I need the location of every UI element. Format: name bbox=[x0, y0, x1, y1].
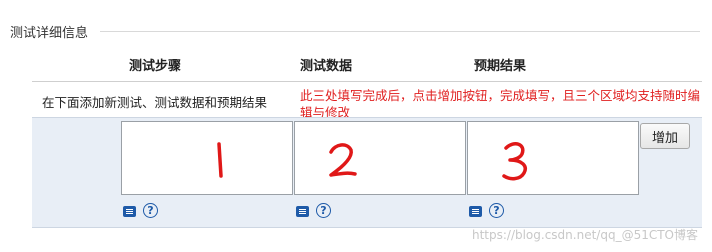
help-icon[interactable]: ? bbox=[143, 203, 158, 218]
expected-textarea[interactable] bbox=[467, 121, 639, 195]
handwritten-one bbox=[217, 142, 223, 178]
document-icon[interactable] bbox=[469, 206, 482, 217]
add-test-hint: 在下面添加新测试、测试数据和预期结果 bbox=[42, 95, 268, 110]
handwritten-two bbox=[329, 143, 357, 177]
data-textarea[interactable] bbox=[294, 121, 466, 195]
add-button[interactable]: 增加 bbox=[640, 123, 690, 149]
document-icon[interactable] bbox=[123, 206, 136, 217]
steps-textarea[interactable] bbox=[121, 121, 293, 195]
section-divider bbox=[100, 31, 700, 32]
handwritten-three bbox=[502, 142, 527, 181]
help-icon[interactable]: ? bbox=[316, 203, 331, 218]
column-header-steps: 测试步骤 bbox=[129, 59, 182, 74]
help-icon[interactable]: ? bbox=[489, 203, 504, 218]
annotation-note: 此三处填写完成后，点击增加按钮，完成填写，且三个区域均支持随时编辑与修改 bbox=[300, 88, 701, 120]
table-divider bbox=[32, 81, 702, 82]
column-header-data: 测试数据 bbox=[300, 59, 353, 74]
watermark: https://blog.csdn.net/qq_@51CTO博客 bbox=[471, 228, 698, 242]
section-title: 测试详细信息 bbox=[10, 26, 89, 41]
document-icon[interactable] bbox=[296, 206, 309, 217]
column-header-expected: 预期结果 bbox=[474, 59, 527, 74]
